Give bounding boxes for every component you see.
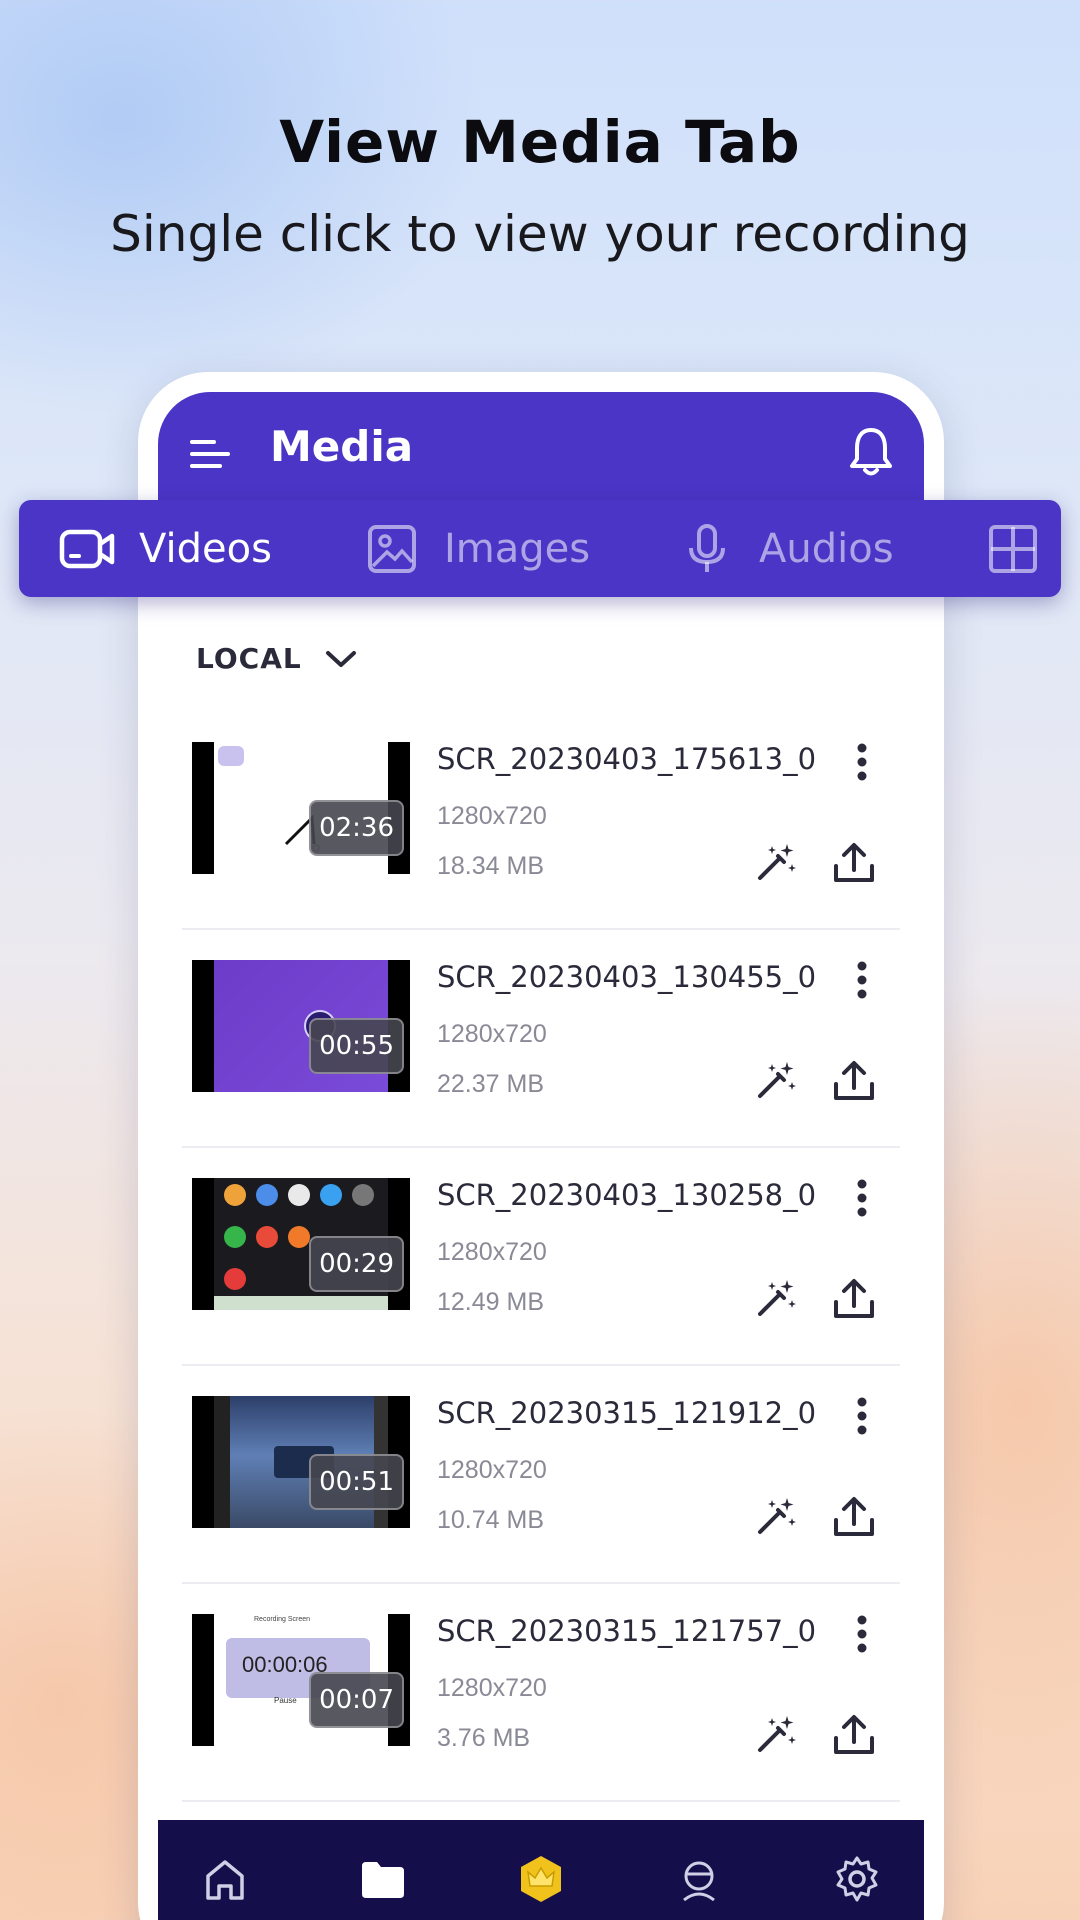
more-vertical-icon[interactable] [852, 960, 872, 1000]
promo-headline: View Media Tab [279, 108, 801, 176]
crown-premium-icon[interactable] [516, 1854, 566, 1904]
more-vertical-icon[interactable] [852, 1396, 872, 1436]
app-icon [224, 1184, 246, 1206]
phone-screen: Media LOCAL 02:36 SCR_20230403_175613_0 … [158, 392, 924, 1920]
magic-wand-icon[interactable] [754, 840, 798, 884]
more-vertical-icon[interactable] [852, 1614, 872, 1654]
video-resolution: 1280x720 [437, 1020, 547, 1048]
upload-share-icon[interactable] [832, 1712, 876, 1756]
list-item[interactable]: 00:29 SCR_20230403_130258_0 1280x720 12.… [158, 1148, 924, 1366]
video-size: 18.34 MB [437, 852, 545, 880]
video-thumbnail[interactable]: 00:51 [192, 1396, 410, 1528]
video-filename[interactable]: SCR_20230403_175613_0 [437, 742, 816, 776]
app-icon [256, 1184, 278, 1206]
more-vertical-icon[interactable] [852, 1178, 872, 1218]
duration-badge: 00:55 [309, 1018, 404, 1074]
duration-badge: 00:07 [309, 1672, 404, 1728]
recording-screen-label: Recording Screen [254, 1616, 311, 1623]
list-item[interactable]: 02:36 SCR_20230403_175613_0 1280x720 18.… [158, 712, 924, 930]
row-divider [182, 1800, 900, 1802]
folder-icon[interactable] [358, 1854, 408, 1904]
tab-videos[interactable]: Videos [59, 500, 272, 597]
video-list: 02:36 SCR_20230403_175613_0 1280x720 18.… [158, 712, 924, 1802]
video-thumbnail[interactable]: 00:29 [192, 1178, 410, 1310]
bell-icon[interactable] [848, 426, 894, 478]
upload-share-icon[interactable] [832, 1276, 876, 1320]
dock-bar [214, 1296, 388, 1310]
magic-wand-icon[interactable] [754, 1712, 798, 1756]
video-filename[interactable]: SCR_20230315_121757_0 [437, 1614, 816, 1648]
media-type-tabs: Videos Images Audios [19, 500, 1061, 597]
app-icon [256, 1226, 278, 1248]
magic-wand-icon[interactable] [754, 1494, 798, 1538]
duration-badge: 00:29 [309, 1236, 404, 1292]
video-size: 10.74 MB [437, 1506, 545, 1534]
toolbar-strip [214, 1396, 230, 1528]
video-resolution: 1280x720 [437, 1456, 547, 1484]
upload-share-icon[interactable] [832, 840, 876, 884]
tab-images[interactable]: Images [364, 500, 590, 597]
video-filename[interactable]: SCR_20230403_130455_0 [437, 960, 816, 994]
list-item[interactable]: Recording Screen 00:00:06 Pause 00:07 SC… [158, 1584, 924, 1802]
settings-icon[interactable] [832, 1854, 882, 1904]
video-size: 22.37 MB [437, 1070, 545, 1098]
bottom-navigation [158, 1820, 924, 1920]
home-icon[interactable] [200, 1854, 250, 1904]
video-size: 12.49 MB [437, 1288, 545, 1316]
more-vertical-icon[interactable] [852, 742, 872, 782]
tab-label: Videos [139, 525, 272, 572]
list-item[interactable]: 00:51 SCR_20230315_121912_0 1280x720 10.… [158, 1366, 924, 1584]
tab-label: Audios [759, 525, 894, 572]
video-filename[interactable]: SCR_20230403_130258_0 [437, 1178, 816, 1212]
grid-icon [989, 524, 1037, 573]
overlay-bubble [218, 746, 244, 766]
video-resolution: 1280x720 [437, 1674, 547, 1702]
video-resolution: 1280x720 [437, 1238, 547, 1266]
pause-label: Pause [274, 1696, 297, 1705]
storage-filter-label: LOCAL [196, 642, 302, 675]
app-icon [224, 1268, 246, 1290]
tab-grid[interactable] [985, 500, 1041, 597]
magic-wand-icon[interactable] [754, 1058, 798, 1102]
menu-icon[interactable] [188, 432, 232, 476]
app-icon [320, 1184, 342, 1206]
upload-share-icon[interactable] [832, 1058, 876, 1102]
video-size: 3.76 MB [437, 1724, 531, 1752]
tab-label: Images [444, 525, 591, 572]
app-icon [288, 1184, 310, 1206]
magic-wand-icon[interactable] [754, 1276, 798, 1320]
chevron-down-icon [325, 650, 356, 667]
image-icon [368, 524, 416, 573]
profile-tools-icon[interactable] [674, 1854, 724, 1904]
app-icon [352, 1184, 374, 1206]
app-bar-title: Media [270, 422, 414, 471]
storage-filter-dropdown[interactable]: LOCAL [196, 642, 358, 675]
video-camera-icon [59, 529, 115, 568]
list-item[interactable]: 00:55 SCR_20230403_130455_0 1280x720 22.… [158, 930, 924, 1148]
upload-share-icon[interactable] [832, 1494, 876, 1538]
tab-audios[interactable]: Audios [679, 500, 894, 597]
app-icon [224, 1226, 246, 1248]
duration-badge: 00:51 [309, 1454, 404, 1510]
video-thumbnail[interactable]: 00:55 [192, 960, 410, 1092]
video-resolution: 1280x720 [437, 802, 547, 830]
microphone-icon [689, 523, 725, 572]
video-filename[interactable]: SCR_20230315_121912_0 [437, 1396, 816, 1430]
duration-badge: 02:36 [309, 800, 404, 856]
video-thumbnail[interactable]: 02:36 [192, 742, 410, 874]
promo-subline: Single click to view your recording [110, 205, 970, 263]
video-thumbnail[interactable]: Recording Screen 00:00:06 Pause 00:07 [192, 1614, 410, 1746]
app-icon [288, 1226, 310, 1248]
